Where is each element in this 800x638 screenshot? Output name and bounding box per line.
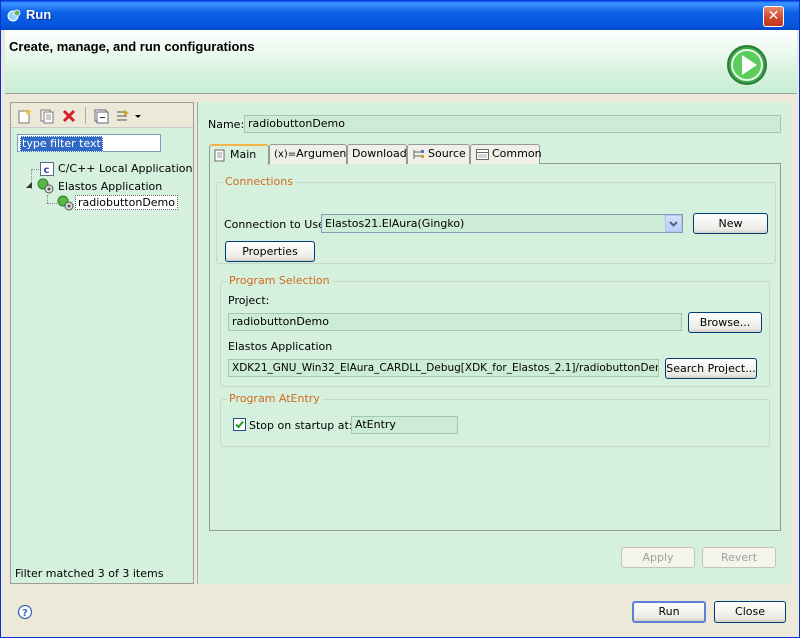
filter-input[interactable]: type filter text [17, 134, 161, 152]
stop-on-startup-checkbox[interactable] [233, 418, 246, 431]
toolbar-separator [85, 107, 86, 124]
filter-icon[interactable] [115, 108, 131, 124]
svg-text:c: c [44, 165, 50, 176]
run-dialog: Run ✕ Create, manage, and run configurat… [0, 0, 800, 638]
checkmark-icon [235, 420, 244, 429]
connections-title: Connections [223, 175, 295, 188]
browse-button[interactable]: Browse... [688, 312, 762, 333]
apply-button[interactable]: Apply [621, 547, 695, 568]
tree-item-elastos-app[interactable]: Elastos Application [58, 180, 162, 194]
help-icon[interactable]: ? [17, 604, 33, 620]
left-toolbar [11, 103, 193, 128]
connection-select[interactable]: Elastos21.ElAura(Gingko) [321, 214, 683, 233]
connections-group: Connections Connection to Use: Elastos21… [216, 175, 776, 264]
window-close-button[interactable]: ✕ [763, 6, 784, 27]
name-label: Name: [208, 118, 245, 131]
elastos-app-label: Elastos Application [228, 340, 333, 353]
tree-item-cpp-local-app[interactable]: C/C++ Local Application [58, 162, 192, 176]
program-selection-group: Program Selection Project: radiobuttonDe… [220, 274, 770, 387]
elastos-app-input[interactable]: XDK21_GNU_Win32_ElAura_CARDLL_Debug[XDK_… [228, 359, 659, 377]
run-app-icon [7, 9, 21, 22]
connection-label: Connection to Use: [224, 218, 329, 231]
tab-source[interactable]: Source [407, 144, 470, 164]
source-tab-icon [413, 150, 424, 159]
run-button[interactable]: Run [632, 601, 706, 623]
filter-dropdown-icon[interactable] [134, 108, 142, 124]
revert-button[interactable]: Revert [702, 547, 776, 568]
project-label: Project: [228, 294, 270, 307]
stop-at-input[interactable]: AtEntry [351, 416, 458, 434]
project-input[interactable]: radiobuttonDemo [228, 313, 682, 331]
banner-divider [5, 93, 797, 94]
chevron-down-icon [669, 221, 678, 227]
filter-placeholder-text: type filter text [20, 136, 103, 152]
tab-main[interactable]: Main [209, 144, 269, 165]
tab-downloads[interactable]: Downloads [347, 144, 412, 164]
program-selection-title: Program Selection [227, 274, 332, 287]
collapse-all-icon[interactable] [93, 108, 109, 124]
arguments-tab-icon: (x)= [274, 149, 297, 160]
name-input[interactable]: radiobuttonDemo [244, 115, 781, 133]
svg-text:?: ? [22, 608, 28, 619]
new-config-icon[interactable] [17, 108, 33, 124]
stop-on-startup-label: Stop on startup at: [249, 419, 353, 432]
tree-expand-icon[interactable] [25, 181, 33, 189]
common-tab-icon [476, 149, 489, 160]
title-bar[interactable]: Run ✕ [1, 1, 799, 30]
tree-line [31, 169, 39, 170]
tab-common[interactable]: Common [470, 144, 542, 164]
connection-dropdown-button[interactable] [665, 215, 682, 232]
window-title: Run [26, 7, 52, 22]
atentry-title: Program AtEntry [227, 392, 322, 405]
tree-line [47, 203, 57, 204]
new-connection-button[interactable]: New [693, 213, 768, 234]
search-project-button[interactable]: Search Project... [665, 358, 757, 379]
banner-text: Create, manage, and run configurations [9, 39, 255, 54]
close-button[interactable]: Close [714, 601, 786, 623]
run-large-icon [727, 45, 767, 85]
configuration-list-panel: type filter text c C/C++ Local Applicati… [10, 102, 194, 584]
configuration-editor-panel: Name: radiobuttonDemo Connections Connec… [197, 102, 791, 584]
tab-arguments[interactable]: (x)=Arguments [269, 144, 356, 164]
duplicate-icon[interactable] [39, 108, 55, 124]
tree-item-radiobuttondemo[interactable]: radiobuttonDemo [75, 195, 178, 210]
header-banner: Create, manage, and run configurations [5, 30, 797, 93]
tab-body-main: Connections Connection to Use: Elastos21… [209, 163, 781, 531]
elastos-app-icon [37, 178, 54, 194]
main-tab-icon [214, 149, 225, 162]
config-tabs: Connections Connection to Use: Elastos21… [209, 144, 781, 531]
delete-icon[interactable] [61, 108, 77, 124]
c-app-icon: c [40, 162, 54, 176]
config-icon [57, 195, 74, 211]
tree-line [47, 195, 48, 203]
properties-button[interactable]: Properties [225, 241, 315, 262]
filter-status: Filter matched 3 of 3 items [15, 567, 164, 580]
program-atentry-group: Program AtEntry Stop on startup at: AtEn… [220, 392, 770, 447]
